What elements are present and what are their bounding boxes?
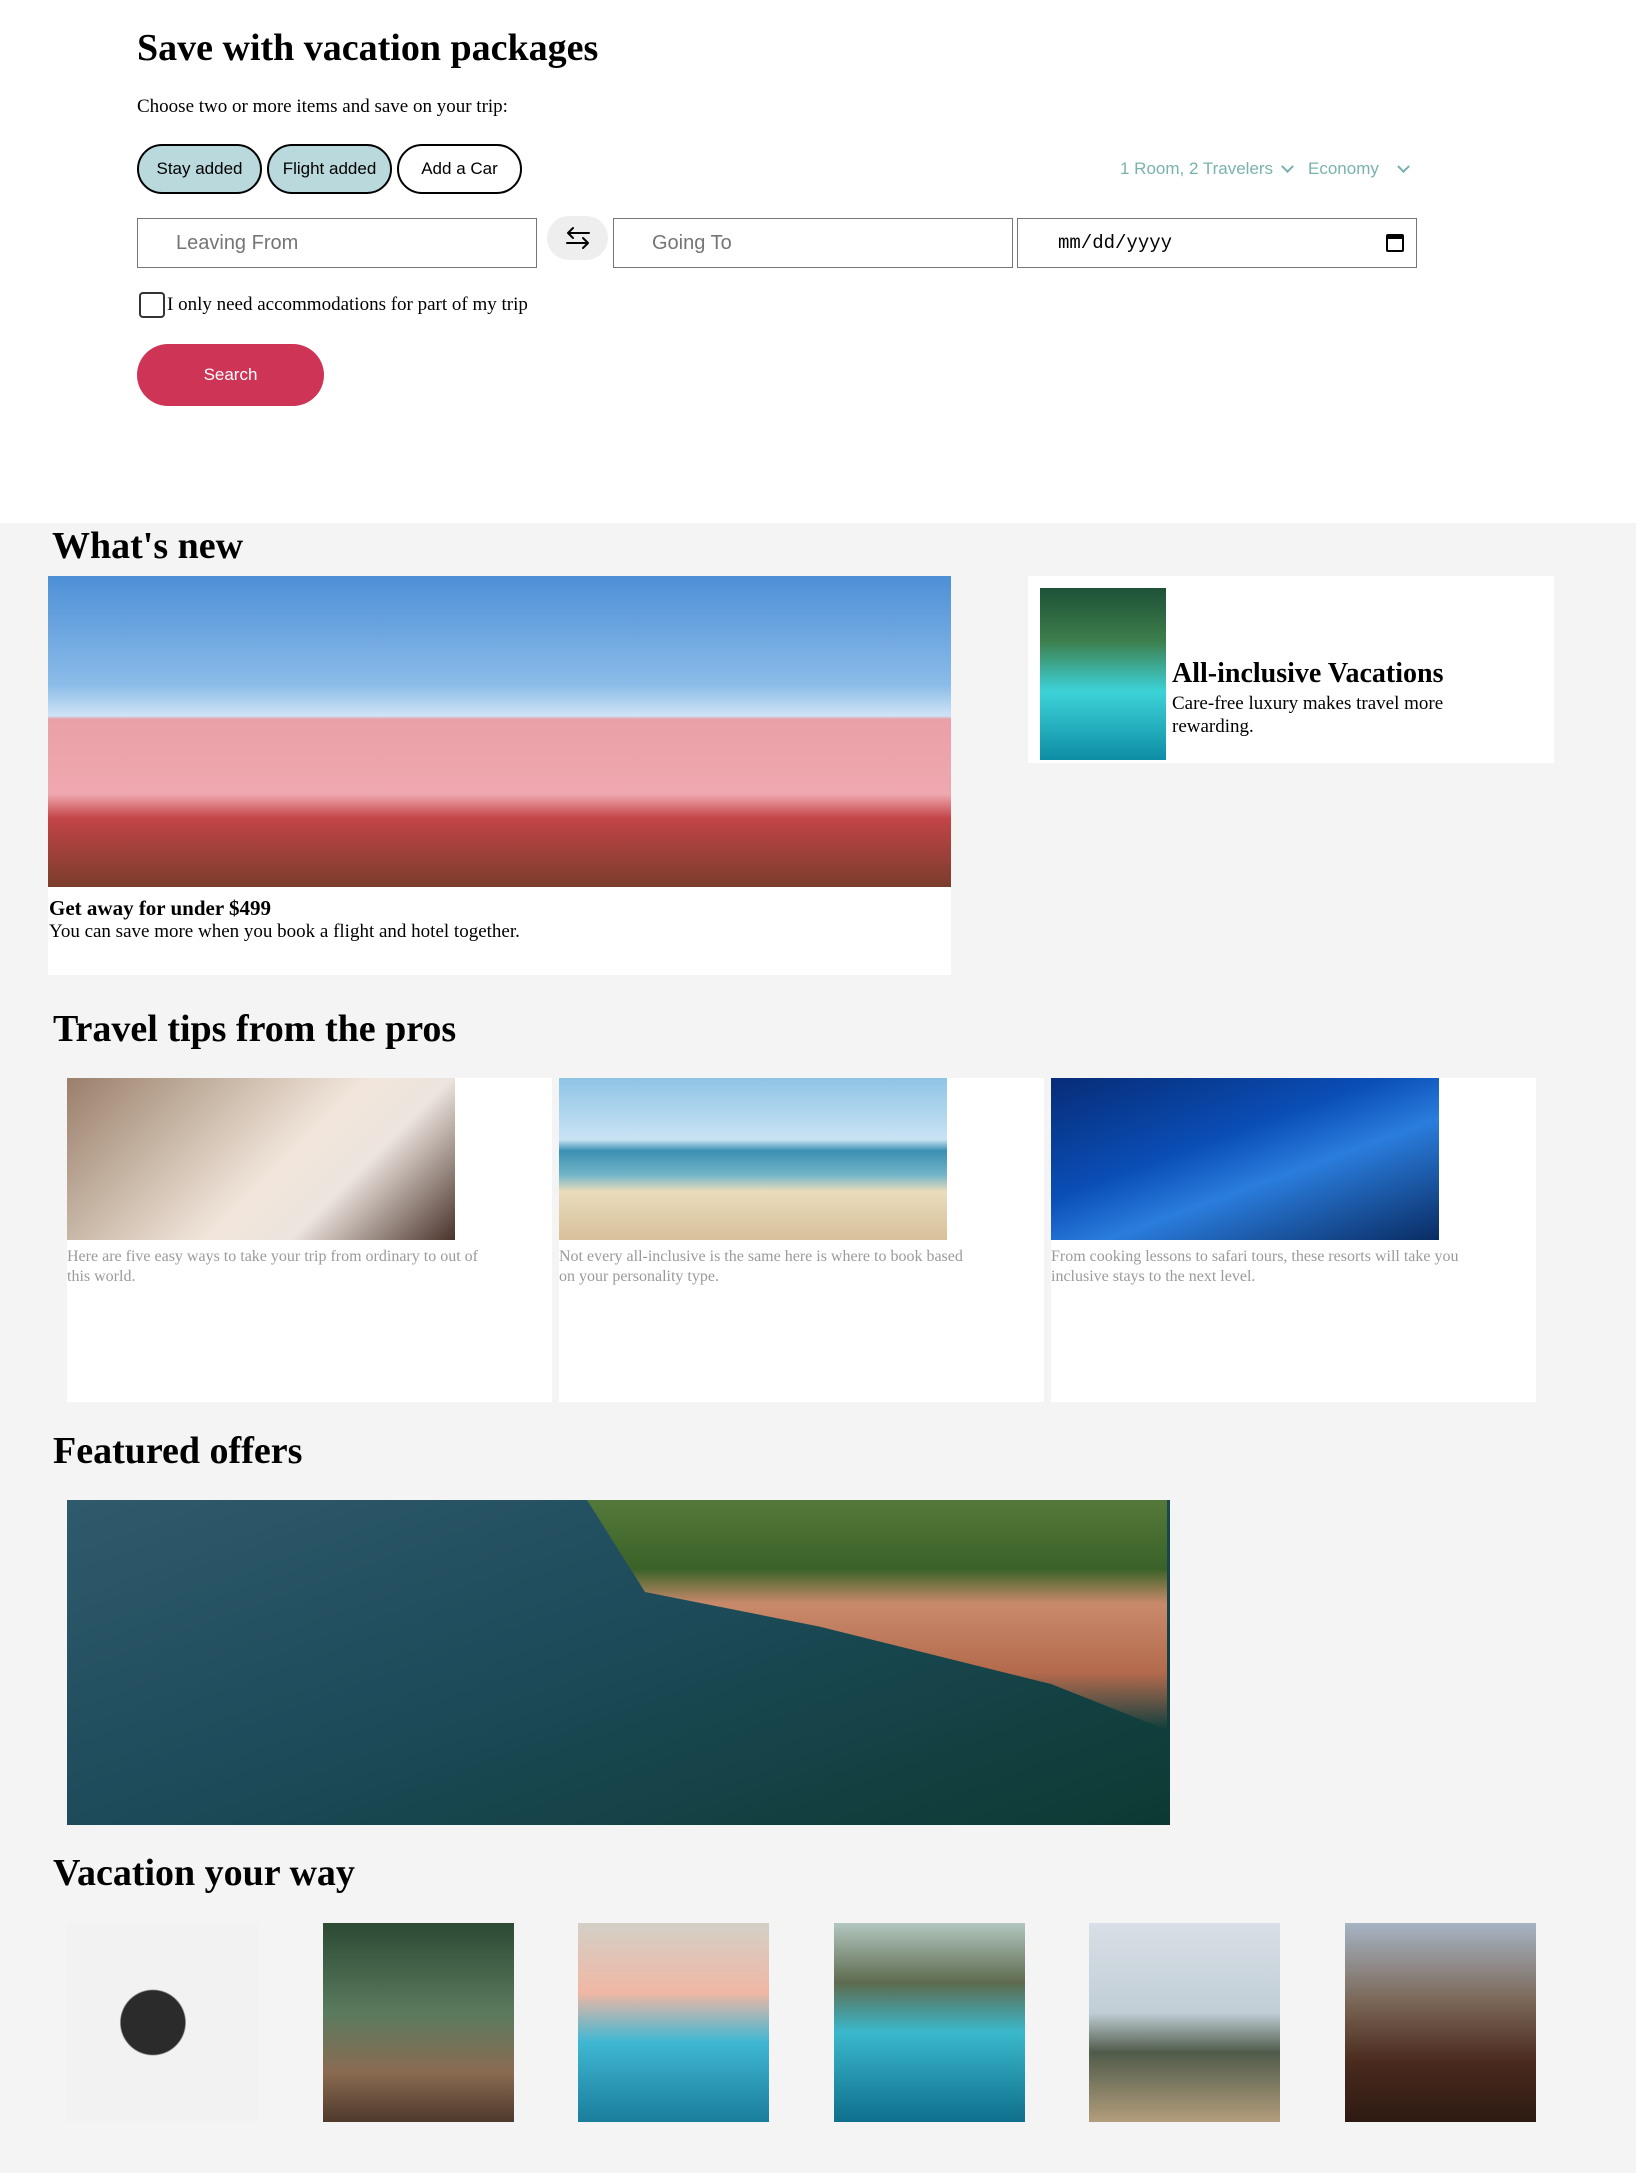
vacation-style-tile[interactable]	[1345, 1923, 1536, 2122]
page-title: Save with vacation packages	[137, 27, 599, 69]
travel-tip-card[interactable]: Here are five easy ways to take your tri…	[67, 1078, 552, 1402]
all-inclusive-card-title: All-inclusive Vacations	[1172, 658, 1444, 689]
flight-toggle-button[interactable]: Flight added	[267, 144, 392, 194]
swap-locations-button[interactable]	[547, 216, 608, 260]
travel-tips-heading: Travel tips from the pros	[53, 1008, 457, 1050]
travel-tip-image	[1051, 1078, 1439, 1240]
going-to-input[interactable]: Going To	[613, 218, 1013, 268]
partial-stay-checkbox[interactable]	[139, 292, 165, 318]
vacation-style-tile[interactable]	[67, 1923, 258, 2122]
travel-tip-card[interactable]: From cooking lessons to safari tours, th…	[1051, 1078, 1536, 1402]
leaving-from-placeholder: Leaving From	[176, 231, 299, 254]
featured-offer-image[interactable]	[67, 1500, 1170, 1825]
vacation-your-way-heading: Vacation your way	[53, 1852, 355, 1894]
resort-image	[48, 576, 951, 887]
leaving-from-input[interactable]: Leaving From	[137, 218, 537, 268]
vacation-style-tile[interactable]	[834, 1923, 1025, 2122]
pool-float-image	[1040, 588, 1166, 760]
cabin-class-label: Economy	[1308, 159, 1379, 178]
travel-tip-image	[67, 1078, 455, 1240]
travel-date-input[interactable]: mm/dd/yyyy	[1017, 218, 1417, 268]
chevron-down-icon	[1281, 159, 1294, 173]
vacation-style-tile[interactable]	[323, 1923, 514, 2122]
featured-offers-heading: Featured offers	[53, 1430, 303, 1472]
calendar-icon[interactable]	[1386, 234, 1404, 252]
search-button[interactable]: Search	[137, 344, 324, 406]
partial-stay-option[interactable]: I only need accommodations for part of m…	[139, 292, 528, 318]
whats-new-heading: What's new	[52, 525, 244, 567]
date-placeholder: mm/dd/yyyy	[1058, 232, 1173, 254]
vacation-style-tile[interactable]	[578, 1923, 769, 2122]
swap-icon	[565, 227, 590, 249]
content-area: What's new Get away for under $499 You c…	[0, 523, 1636, 2173]
getaway-card[interactable]: Get away for under $499 You can save mor…	[48, 576, 951, 975]
partial-stay-label: I only need accommodations for part of m…	[167, 294, 528, 315]
stay-toggle-button[interactable]: Stay added	[137, 144, 262, 194]
vacation-style-tile[interactable]	[1089, 1923, 1280, 2122]
all-inclusive-card-text: Care-free luxury makes travel more rewar…	[1172, 693, 1444, 737]
travelers-dropdown[interactable]: 1 Room, 2 Travelers	[1120, 156, 1294, 182]
all-inclusive-card[interactable]: All-inclusive Vacations Care-free luxury…	[1028, 576, 1554, 763]
search-subtitle: Choose two or more items and save on you…	[137, 96, 508, 117]
travel-tip-image	[559, 1078, 947, 1240]
add-car-button[interactable]: Add a Car	[397, 144, 522, 194]
travelers-dropdown-label: 1 Room, 2 Travelers	[1120, 159, 1274, 178]
travel-tip-card[interactable]: Not every all-inclusive is the same here…	[559, 1078, 1044, 1402]
travel-tip-text: Not every all-inclusive is the same here…	[559, 1248, 963, 1285]
going-to-placeholder: Going To	[652, 231, 732, 254]
getaway-card-text: You can save more when you book a flight…	[49, 921, 520, 942]
chevron-down-icon	[1397, 159, 1410, 173]
package-search-panel: Save with vacation packages Choose two o…	[0, 0, 1636, 523]
travel-tip-text: Here are five easy ways to take your tri…	[67, 1248, 478, 1285]
getaway-card-title: Get away for under $499	[49, 896, 272, 920]
travel-tip-text: From cooking lessons to safari tours, th…	[1051, 1248, 1459, 1285]
cabin-class-dropdown[interactable]: Economy	[1308, 156, 1410, 182]
